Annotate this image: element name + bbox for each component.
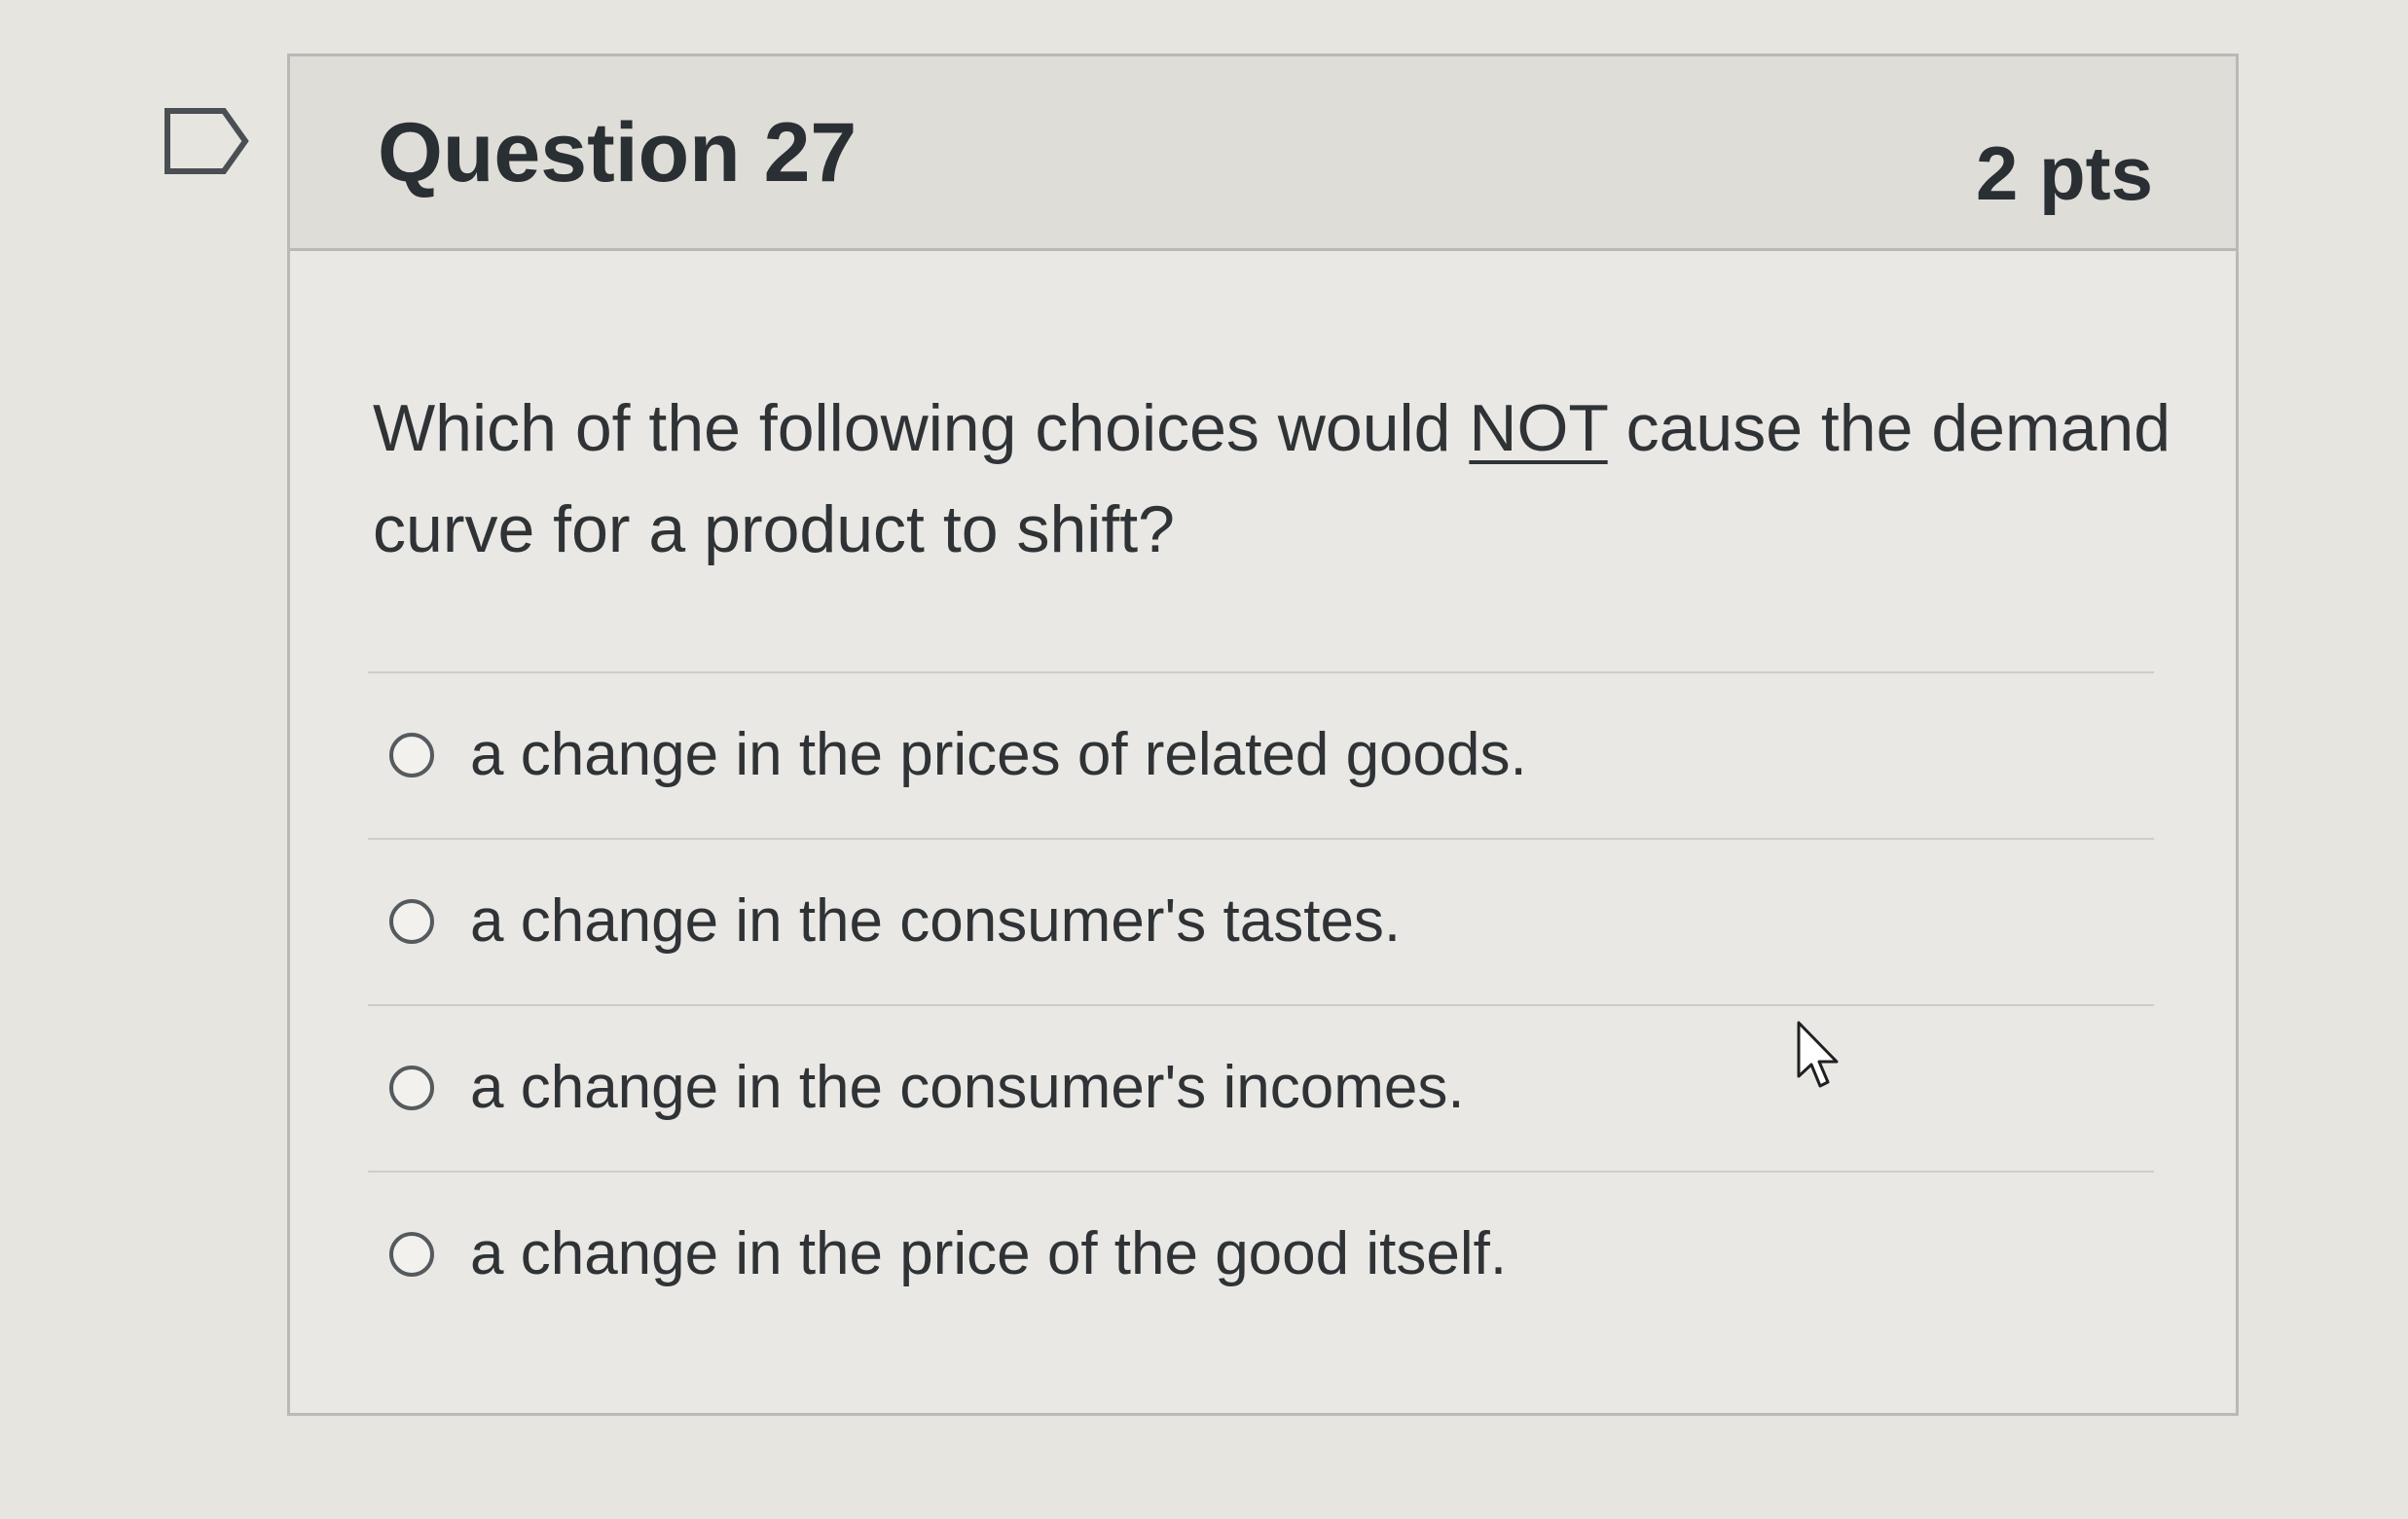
radio-button-icon[interactable] — [389, 1232, 434, 1277]
answer-label[interactable]: a change in the price of the good itself… — [470, 1219, 1507, 1288]
answer-option[interactable]: a change in the prices of related goods. — [368, 671, 2154, 838]
radio-button-icon[interactable] — [389, 1066, 434, 1110]
flag-question-icon[interactable] — [164, 107, 251, 175]
question-text: Which of the following choices would NOT… — [373, 378, 2261, 580]
answer-label[interactable]: a change in the prices of related goods. — [470, 720, 1527, 789]
answer-list: a change in the prices of related goods.… — [368, 671, 2154, 1337]
question-points: 2 pts — [1975, 130, 2153, 216]
radio-button-icon[interactable] — [389, 899, 434, 944]
answer-label[interactable]: a change in the consumer's incomes. — [470, 1053, 1465, 1122]
mouse-pointer-icon — [1796, 1020, 1846, 1092]
question-header: Question 27 2 pts — [290, 56, 2236, 251]
answer-label[interactable]: a change in the consumer's tastes. — [470, 886, 1401, 956]
question-text-emphasis: NOT — [1469, 391, 1608, 465]
answer-option[interactable]: a change in the price of the good itself… — [368, 1171, 2154, 1337]
question-text-start: Which of the following choices would — [373, 391, 1470, 465]
question-title: Question 27 — [378, 106, 857, 199]
question-card: Question 27 2 pts Which of the following… — [287, 54, 2239, 1416]
answer-option[interactable]: a change in the consumer's incomes. — [368, 1004, 2154, 1171]
answer-option[interactable]: a change in the consumer's tastes. — [368, 838, 2154, 1004]
radio-button-icon[interactable] — [389, 733, 434, 778]
